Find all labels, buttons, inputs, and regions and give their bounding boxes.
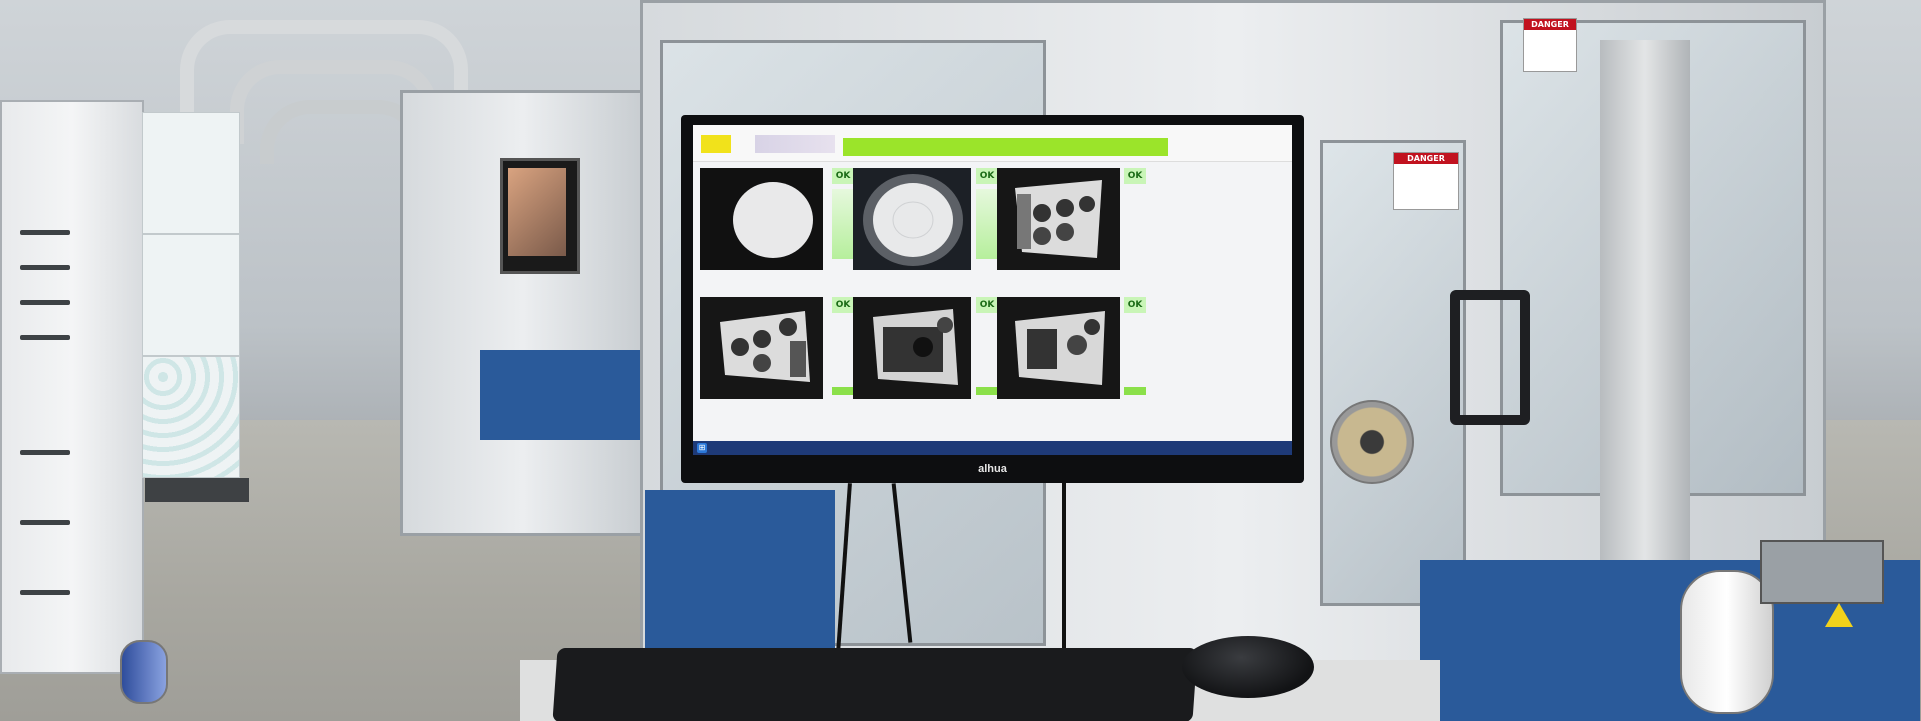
left-cabinet: [0, 100, 144, 674]
warning-triangle-icon: [1825, 603, 1853, 627]
cabinet-vent: [20, 265, 70, 270]
cup-side-image: [853, 297, 971, 399]
stacked-box: [142, 234, 240, 356]
tape-roll: [120, 640, 168, 704]
camera-panel-side-3: [853, 297, 971, 399]
flex-hose: [1600, 40, 1690, 560]
cabinet-vent: [20, 450, 70, 455]
camera-panel-side-1: [997, 168, 1120, 270]
danger-sign-heading: DANGER: [1524, 19, 1576, 30]
cabinet-vent: [20, 230, 70, 235]
factory-scene: DANGER DANGER OK OK OK OK OK OK ⊞ alhua: [0, 0, 1921, 721]
pallet: [145, 478, 249, 502]
inspection-screen: OK OK OK OK OK OK ⊞: [693, 125, 1292, 455]
camera-panel-inner: [853, 168, 971, 270]
ok-indicator: OK: [832, 168, 854, 184]
cup-bottom-disc: [733, 182, 813, 258]
ok-indicator: OK: [976, 297, 998, 313]
ok-indicator: OK: [976, 168, 998, 184]
result-strip: [976, 189, 998, 259]
stacked-box: [142, 112, 240, 234]
screen-header: [693, 125, 1292, 162]
line-monitor-screen: [508, 168, 566, 256]
blurred-label: [755, 135, 835, 153]
stacked-box: [142, 356, 240, 478]
ok-indicator: OK: [1124, 297, 1146, 313]
clamp-assembly: [1760, 540, 1884, 604]
cup-bottom-image: [700, 168, 823, 270]
production-machine: [400, 90, 646, 536]
camera-panel-bottom: [700, 168, 823, 270]
windows-start-icon[interactable]: ⊞: [697, 443, 707, 453]
small-status: [832, 387, 854, 395]
danger-sign: DANGER: [1523, 18, 1577, 72]
tab-2[interactable]: [1231, 137, 1281, 155]
inspection-monitor: OK OK OK OK OK OK ⊞ alhua: [681, 115, 1304, 483]
cup-inner-image: [853, 168, 971, 270]
keyboard[interactable]: [552, 648, 1198, 721]
danger-sign-heading: DANGER: [1394, 153, 1458, 164]
cup-inner-disc: [873, 183, 953, 257]
machine-base: [645, 490, 835, 650]
tab-1[interactable]: [1181, 137, 1225, 155]
status-badge: [701, 135, 731, 153]
small-status: [976, 387, 998, 395]
cabinet-vent: [20, 590, 70, 595]
monitor-brand-logo: alhua: [978, 463, 1007, 475]
cup-side-image: [997, 297, 1120, 399]
machine-base: [480, 350, 640, 440]
ok-indicator: OK: [1124, 168, 1146, 184]
status-bar: [843, 138, 1168, 156]
result-strip: [832, 189, 854, 259]
material-reel: [1330, 400, 1414, 484]
camera-panel-side-4: [997, 297, 1120, 399]
door-handle: [1450, 290, 1530, 425]
taskbar: ⊞: [693, 441, 1292, 455]
cabinet-vent: [20, 335, 70, 340]
cup-side-image: [997, 168, 1120, 270]
cabinet-vent: [20, 300, 70, 305]
cup-side-image: [700, 297, 823, 399]
cable: [1062, 480, 1066, 650]
ok-indicator: OK: [832, 297, 854, 313]
mouse[interactable]: [1182, 636, 1314, 698]
cabinet-vent: [20, 520, 70, 525]
small-status: [1124, 387, 1146, 395]
danger-sign: DANGER: [1393, 152, 1459, 210]
camera-panel-side-2: [700, 297, 823, 399]
